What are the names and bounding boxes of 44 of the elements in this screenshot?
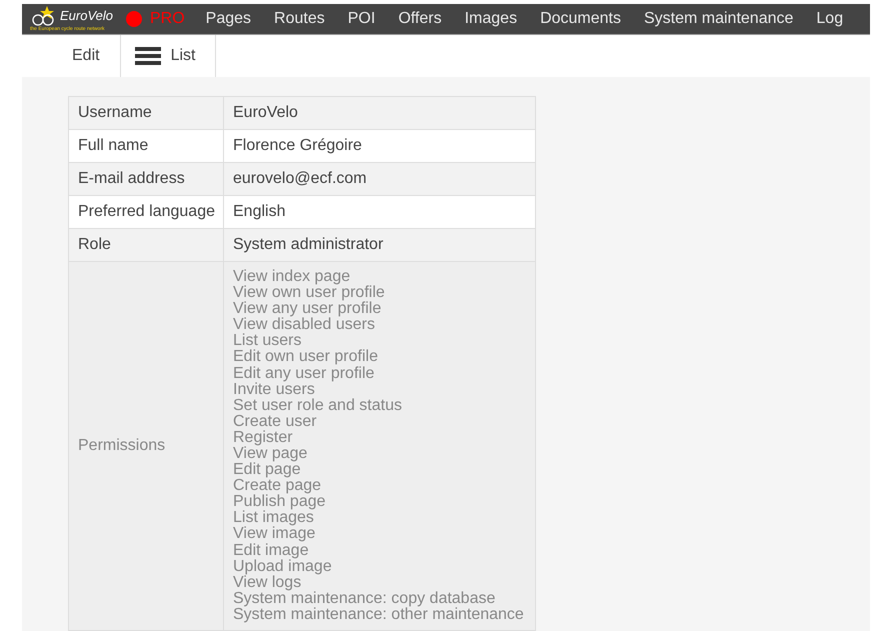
field-label: E-mail address: [77, 168, 186, 189]
permission-item: Create user: [233, 414, 318, 430]
permission-item: Edit image: [233, 542, 310, 559]
permission-item: List users: [233, 333, 302, 350]
permission-item: Publish page: [233, 494, 327, 510]
field-label: Preferred language: [77, 202, 216, 222]
permission-item: Create page: [233, 478, 322, 494]
permission-item: View own user profile: [233, 285, 386, 302]
permission-item: Edit page: [233, 462, 301, 478]
permission-item: Edit any user profile: [233, 366, 376, 382]
nav-link[interactable]: Documents: [540, 10, 621, 28]
field-value: Florence Grégoire: [223, 130, 535, 162]
menu-icon: [134, 46, 161, 66]
permission-item: Edit own user profile: [233, 349, 379, 366]
field-label: Full name: [77, 136, 150, 156]
permission-item: View disabled users: [233, 317, 376, 334]
permission-item: View image: [233, 526, 316, 543]
permission-item: System maintenance: copy database: [233, 590, 496, 607]
field-value: EuroVelo: [223, 96, 535, 129]
field-value: System administrator: [223, 228, 535, 261]
permission-item: View index page: [233, 268, 352, 285]
permission-item: Set user role and status: [233, 398, 403, 414]
field-label: Role: [77, 234, 112, 255]
permission-item: View any user profile: [233, 301, 382, 318]
nav-link[interactable]: Log: [816, 10, 844, 28]
nav-link[interactable]: Pages: [206, 10, 252, 28]
permission-item: View page: [233, 446, 308, 462]
nav-link[interactable]: POI: [348, 10, 376, 28]
permission-item: Register: [233, 430, 294, 446]
field-label: Username: [77, 102, 153, 123]
field-value: eurovelo@ecf.com: [223, 162, 535, 195]
field-value: English: [223, 196, 535, 228]
permission-item: View logs: [233, 574, 302, 591]
nav-link[interactable]: Routes: [274, 10, 325, 28]
permission-item: System maintenance: other maintenance: [233, 606, 525, 623]
nav-link[interactable]: Offers: [398, 10, 442, 28]
permission-item: List images: [233, 510, 314, 526]
permission-item: Upload image: [233, 558, 333, 575]
logo-text: EuroVelo: [60, 8, 113, 24]
field-label: Permissions: [77, 436, 166, 456]
permission-item: Invite users: [233, 382, 316, 398]
mode-label: PRO: [150, 10, 185, 28]
nav-link[interactable]: System maintenance: [644, 10, 794, 28]
nav-link[interactable]: Images: [464, 10, 518, 28]
